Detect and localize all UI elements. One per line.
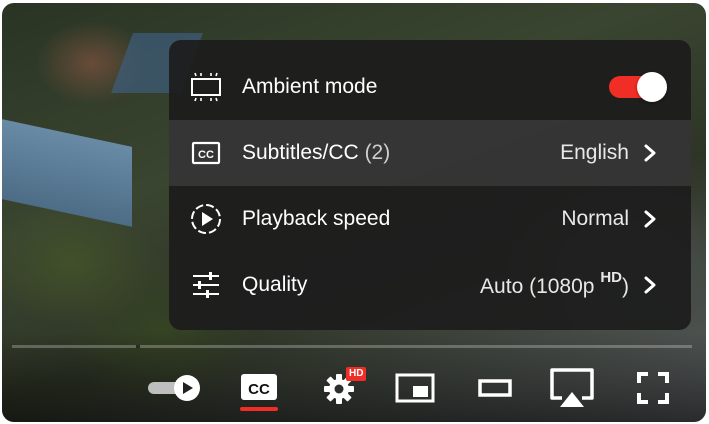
airplay-button[interactable]: [546, 365, 598, 411]
toggle-knob: [637, 72, 667, 102]
chevron-right-icon: [644, 210, 656, 228]
subtitles-value: English: [560, 141, 629, 164]
menu-item-playback-speed[interactable]: Playback speed Normal: [169, 186, 691, 252]
menu-item-label: Quality: [242, 273, 308, 296]
subtitles-label: Subtitles/CC: [242, 141, 359, 164]
menu-item-label: Playback speed: [242, 207, 391, 230]
video-player[interactable]: Ambient mode CC Subtitles/CC (2) English: [2, 3, 706, 422]
airplay-icon: [550, 368, 594, 407]
menu-item-quality[interactable]: Quality Auto (1080p HD): [169, 252, 691, 318]
video-frame-roof: [2, 119, 132, 227]
menu-item-label: Subtitles/CC (2): [242, 141, 390, 165]
settings-hd-badge: HD: [346, 367, 367, 381]
quality-value: Auto (1080p HD): [480, 268, 629, 299]
chevron-right-icon: [644, 144, 656, 162]
theater-mode-icon: [478, 379, 512, 397]
menu-item-ambient-mode[interactable]: Ambient mode: [169, 54, 691, 120]
chapter-divider: [136, 345, 140, 348]
theater-mode-button[interactable]: [470, 365, 520, 411]
autoplay-toggle[interactable]: [144, 365, 206, 411]
quality-resolution: Auto (1080p: [480, 274, 595, 298]
subtitles-cc-icon: CC: [189, 136, 223, 170]
playback-speed-value: Normal: [561, 207, 629, 230]
subtitles-track-count: (2): [364, 141, 391, 164]
quality-sliders-icon: [189, 268, 223, 302]
subtitles-active-indicator: [240, 407, 278, 411]
fullscreen-icon: [637, 372, 669, 404]
menu-item-label: Ambient mode: [242, 75, 378, 98]
menu-item-subtitles[interactable]: CC Subtitles/CC (2) English: [169, 120, 691, 186]
chevron-right-icon: [644, 276, 656, 294]
playback-speed-icon: [189, 202, 223, 236]
settings-menu: Ambient mode CC Subtitles/CC (2) English: [169, 40, 691, 330]
ambient-mode-toggle[interactable]: [609, 72, 667, 102]
quality-hd-badge: HD: [600, 268, 622, 286]
svg-text:CC: CC: [198, 149, 214, 161]
subtitles-button[interactable]: CC: [234, 365, 284, 411]
miniplayer-icon: [395, 373, 435, 403]
subtitles-cc-icon: CC: [241, 374, 277, 400]
progress-bar[interactable]: [12, 345, 692, 348]
miniplayer-button[interactable]: [392, 365, 438, 411]
autoplay-icon: [148, 375, 200, 401]
cc-button-label: CC: [248, 381, 270, 398]
ambient-mode-icon: [189, 70, 223, 104]
fullscreen-button[interactable]: [628, 365, 678, 411]
quality-value-suffix: ): [622, 274, 629, 298]
